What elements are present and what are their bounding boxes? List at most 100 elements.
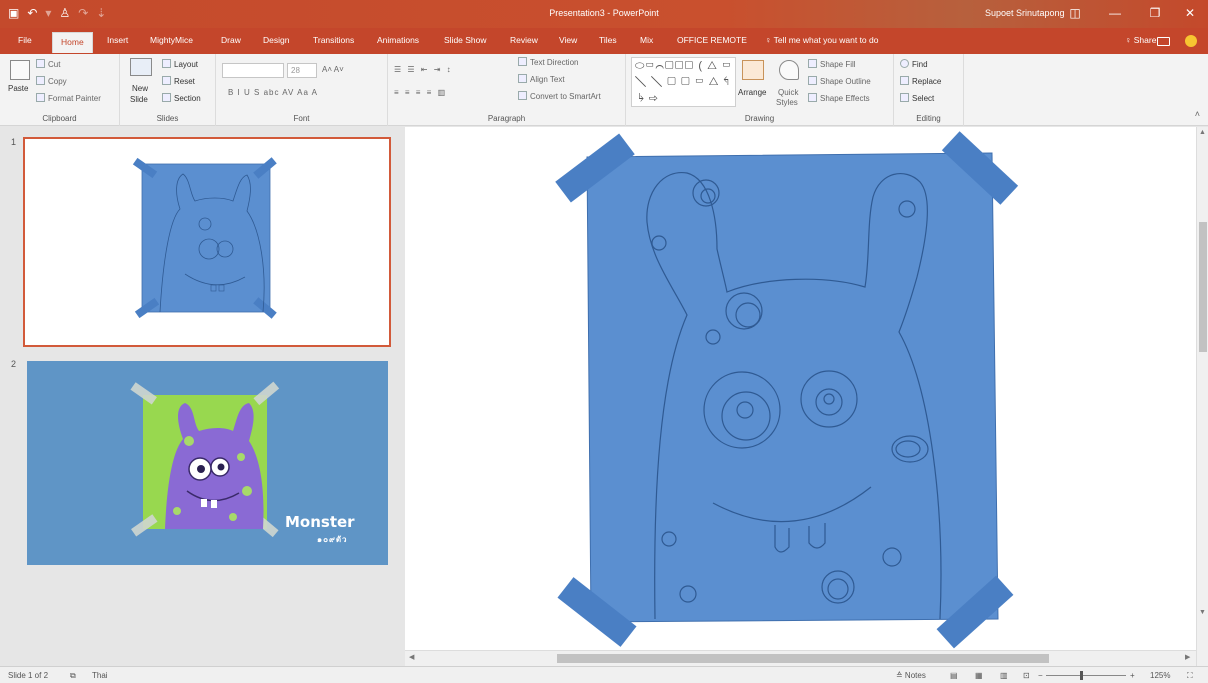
new-slide-icon[interactable] xyxy=(130,58,152,76)
horizontal-scroll-thumb[interactable] xyxy=(557,654,1049,663)
slide-thumbnail-1[interactable] xyxy=(23,137,391,347)
scissors-icon xyxy=(36,59,45,68)
tab-transitions[interactable]: Transitions xyxy=(313,35,354,45)
minimize-button[interactable]: — xyxy=(1100,4,1130,22)
tab-design[interactable]: Design xyxy=(263,35,289,45)
text-direction-button[interactable]: Text Direction xyxy=(518,57,578,67)
ribbon: Paste Cut Copy Format Painter Clipboard … xyxy=(0,54,1208,126)
zoom-slider[interactable] xyxy=(1046,675,1126,676)
font-name-input[interactable] xyxy=(222,63,284,78)
title-bar: ▣ ↶ ▾ ♙ ↷ ⇣ Presentation3 - PowerPoint S… xyxy=(0,0,1208,28)
find-button[interactable]: Find xyxy=(900,59,928,69)
slide-number-2: 2 xyxy=(11,359,17,369)
zoom-level[interactable]: 125% xyxy=(1150,671,1170,680)
copy-button[interactable]: Copy xyxy=(36,76,67,86)
format-painter-button[interactable]: Format Painter xyxy=(36,93,101,103)
slideshow-view-icon[interactable]: ⊡ xyxy=(1023,671,1030,680)
tab-draw[interactable]: Draw xyxy=(221,35,241,45)
copy-icon xyxy=(36,76,45,85)
vertical-scroll-thumb[interactable] xyxy=(1199,222,1207,352)
editing-group: Find Replace Select Editing xyxy=(894,54,964,126)
align-text-button[interactable]: Align Text xyxy=(518,74,565,84)
vertical-scrollbar[interactable]: ▲ ▼ xyxy=(1196,127,1208,666)
tab-tiles[interactable]: Tiles xyxy=(599,35,617,45)
list-buttons-icon[interactable]: ☰ ☰ ⇤ ⇥ ↕ xyxy=(394,65,453,74)
grow-shrink-font-buttons[interactable]: A˄ A˅ xyxy=(322,65,344,74)
slide-1-canvas[interactable] xyxy=(405,127,1196,650)
slide-2-title: Monster xyxy=(285,513,355,531)
user-name[interactable]: Supoet Srinutapong xyxy=(985,8,1065,18)
tab-animations[interactable]: Animations xyxy=(377,35,419,45)
feedback-smiley-icon[interactable] xyxy=(1185,35,1197,47)
paste-button[interactable]: Paste xyxy=(8,84,28,93)
shape-effects-button[interactable]: Shape Effects xyxy=(808,93,870,103)
restore-button[interactable]: ❐ xyxy=(1140,4,1170,22)
language-status[interactable]: Thai xyxy=(92,671,108,680)
tab-mightymice[interactable]: MightyMice xyxy=(150,35,193,45)
editing-group-label: Editing xyxy=(916,114,941,123)
align-text-icon xyxy=(518,74,527,83)
reset-icon xyxy=(162,76,171,85)
reading-view-icon[interactable]: ▥ xyxy=(1000,671,1008,680)
new-slide-button-line2[interactable]: Slide xyxy=(130,95,148,104)
close-button[interactable]: ✕ xyxy=(1175,4,1205,22)
shape-outline-button[interactable]: Shape Outline xyxy=(808,76,871,86)
ribbon-display-options-button[interactable]: ◫ xyxy=(1060,4,1090,22)
font-size-input[interactable]: 28 xyxy=(287,63,317,78)
shapes-gallery[interactable]: ⬭▭⌒▢▢▢ ( △ ▭ ╲ ╲ ▢ ▢ ▭ △ ↰ ↳ ⇨ xyxy=(631,57,736,107)
effects-icon xyxy=(808,93,817,102)
scroll-up-arrow-icon[interactable]: ▲ xyxy=(1199,129,1206,136)
paragraph-group-label: Paragraph xyxy=(487,114,526,123)
pen-icon xyxy=(808,76,817,85)
new-slide-button[interactable]: New xyxy=(132,84,148,93)
arrange-icon[interactable] xyxy=(742,60,764,80)
slide-1-preview-image xyxy=(132,157,277,319)
convert-smartart-button[interactable]: Convert to SmartArt xyxy=(518,91,601,101)
paste-icon[interactable] xyxy=(10,60,30,80)
slide-2-subtitle: ๑๐๙ตัว xyxy=(317,535,348,544)
cut-button[interactable]: Cut xyxy=(36,59,60,69)
font-format-buttons[interactable]: B I U S abc AV Aa A xyxy=(228,88,318,97)
collapse-ribbon-icon[interactable]: ˄ xyxy=(1195,109,1200,119)
zoom-out-icon[interactable]: − xyxy=(1038,671,1043,680)
tab-review[interactable]: Review xyxy=(510,35,538,45)
tab-slide-show[interactable]: Slide Show xyxy=(444,35,487,45)
replace-button[interactable]: Replace xyxy=(900,76,941,86)
select-button[interactable]: Select xyxy=(900,93,934,103)
zoom-slider-handle[interactable] xyxy=(1080,671,1083,680)
share-button[interactable]: ♀ Share xyxy=(1125,35,1156,45)
normal-view-icon[interactable]: ▤ xyxy=(950,671,958,680)
scroll-left-arrow-icon[interactable]: ◀ xyxy=(409,653,414,661)
notes-button[interactable]: ≙ Notes xyxy=(896,671,926,680)
section-button[interactable]: Section xyxy=(162,93,201,103)
quick-styles-button[interactable]: Quick xyxy=(778,88,798,97)
comments-icon[interactable] xyxy=(1157,37,1170,46)
reset-button[interactable]: Reset xyxy=(162,76,195,86)
spellcheck-icon[interactable]: ⧉ xyxy=(70,671,76,681)
layout-button[interactable]: Layout xyxy=(162,59,198,69)
fit-to-window-icon[interactable]: ⛶ xyxy=(1187,671,1193,681)
quick-styles-icon[interactable] xyxy=(779,60,799,80)
quick-styles-button-line2[interactable]: Styles xyxy=(776,98,798,107)
tab-home[interactable]: Home xyxy=(52,32,93,53)
clipboard-group-label: Clipboard xyxy=(42,114,77,123)
tab-mix[interactable]: Mix xyxy=(640,35,653,45)
status-bar: Slide 1 of 2 ⧉ Thai ≙ Notes ▤ ▦ ▥ ⊡ − + … xyxy=(0,666,1208,683)
shape-fill-button[interactable]: Shape Fill xyxy=(808,59,856,69)
arrange-button[interactable]: Arrange xyxy=(738,88,766,97)
zoom-in-icon[interactable]: + xyxy=(1130,671,1135,680)
slide-editor[interactable] xyxy=(405,127,1196,650)
tab-office-remote[interactable]: OFFICE REMOTE xyxy=(677,35,747,45)
tab-file[interactable]: File xyxy=(18,35,32,45)
horizontal-scrollbar[interactable]: ◀ ▶ xyxy=(405,650,1196,666)
scroll-down-arrow-icon[interactable]: ▼ xyxy=(1199,609,1206,616)
tab-view[interactable]: View xyxy=(559,35,577,45)
tell-me-search[interactable]: ♀ Tell me what you want to do xyxy=(765,35,878,45)
slide-sorter-icon[interactable]: ▦ xyxy=(975,671,983,680)
layout-icon xyxy=(162,59,171,68)
tab-insert[interactable]: Insert xyxy=(107,35,128,45)
scroll-right-arrow-icon[interactable]: ▶ xyxy=(1185,653,1190,661)
paint-bucket-icon xyxy=(808,59,817,68)
align-buttons-icon[interactable]: ≡ ≡ ≡ ≡ ▥ xyxy=(394,88,447,97)
slide-thumbnail-2[interactable]: Monster ๑๐๙ตัว xyxy=(27,361,388,565)
